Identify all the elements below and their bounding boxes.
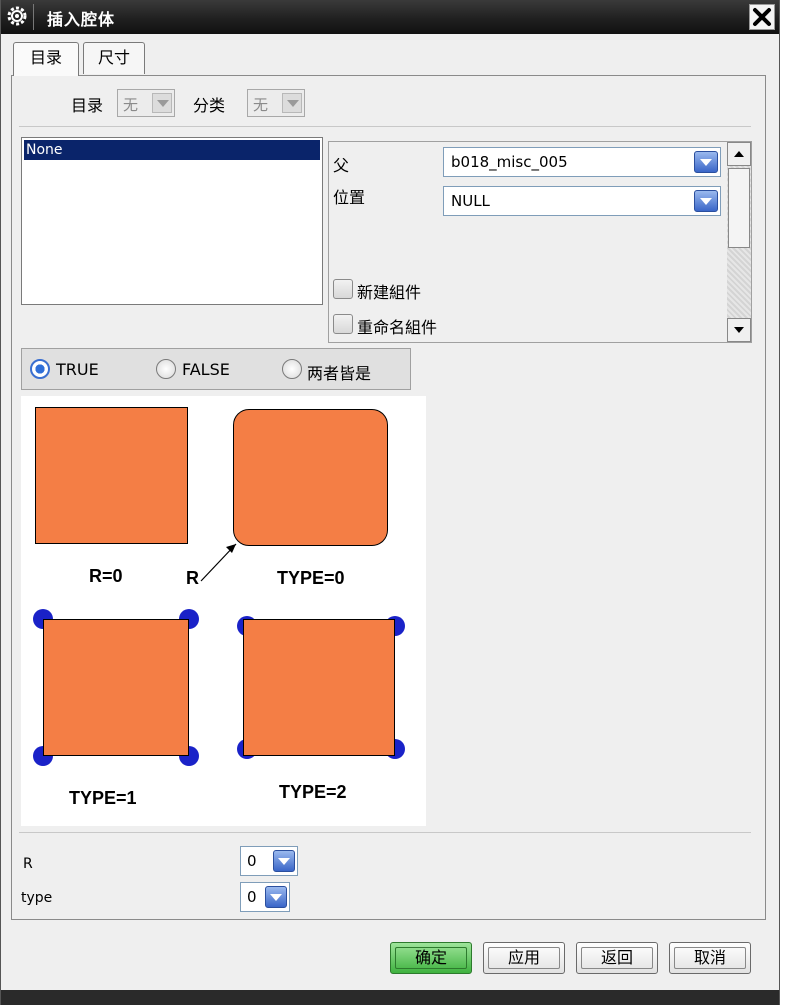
caption-r0: R=0 (89, 566, 123, 586)
new-component-label: 新建組件 (357, 283, 422, 302)
radio-both-label[interactable]: 两者皆是 (307, 360, 371, 384)
tab-dimensions[interactable]: 尺寸 (83, 42, 145, 74)
catalog-select-value: 无 (123, 96, 139, 114)
square-type2 (243, 619, 395, 756)
rename-component-checkbox[interactable] (333, 314, 353, 334)
window-title: 插入腔体 (47, 10, 116, 29)
class-select-value: 无 (253, 96, 269, 114)
chevron-down-icon (282, 93, 302, 113)
insert-cavity-dialog: 插入腔体 目录 尺寸 目录 无 分类 无 None 父 位置 b018_misc… (0, 0, 780, 1005)
parent-label: 父 (333, 156, 350, 175)
position-label: 位置 (333, 188, 366, 207)
part-list[interactable]: None (21, 137, 323, 305)
square-type1 (43, 619, 189, 756)
caption-r: R (186, 568, 199, 588)
back-button-label: 返回 (600, 948, 633, 967)
window-bottom-edge (1, 990, 779, 1005)
chevron-down-icon (152, 93, 172, 113)
catalog-label: 目录 (71, 96, 104, 115)
position-select-value: NULL (451, 192, 490, 210)
list-item[interactable]: None (24, 140, 320, 160)
apply-button[interactable]: 应用 (483, 942, 565, 974)
catalog-select: 无 (117, 89, 175, 117)
cancel-button-label: 取消 (693, 948, 726, 967)
cancel-button[interactable]: 取消 (669, 942, 751, 974)
radio-false[interactable] (156, 359, 176, 379)
chevron-down-icon[interactable] (273, 850, 295, 872)
tab-catalog[interactable]: 目录 (13, 42, 79, 76)
caption-type2: TYPE=2 (279, 782, 347, 802)
title-separator (33, 4, 34, 30)
type-label: type (21, 890, 53, 906)
caption-type1: TYPE=1 (69, 788, 137, 808)
position-select[interactable]: NULL (443, 186, 721, 216)
new-component-checkbox[interactable] (333, 279, 353, 299)
class-label: 分类 (193, 96, 226, 115)
scroll-up-button[interactable] (727, 142, 751, 166)
chevron-down-icon[interactable] (265, 886, 287, 908)
close-icon (753, 8, 771, 26)
parent-select[interactable]: b018_misc_005 (443, 147, 721, 177)
back-button[interactable]: 返回 (576, 942, 658, 974)
type-select-value: 0 (247, 888, 257, 906)
apply-button-label: 应用 (507, 948, 540, 967)
r-select[interactable]: 0 (240, 846, 298, 876)
rename-component-label: 重命名組件 (357, 318, 438, 337)
ok-button[interactable]: 确定 (390, 942, 472, 974)
caption-type0: TYPE=0 (277, 568, 345, 588)
divider (19, 126, 751, 127)
r-select-value: 0 (247, 852, 257, 870)
radio-true-label[interactable]: TRUE (56, 360, 99, 379)
chevron-down-icon[interactable] (694, 151, 718, 173)
scroll-thumb[interactable] (728, 168, 750, 248)
gear-icon[interactable] (5, 4, 29, 28)
type-select[interactable]: 0 (240, 882, 290, 912)
scroll-down-button[interactable] (727, 318, 751, 342)
radio-false-label[interactable]: FALSE (182, 360, 230, 379)
title-bar[interactable]: 插入腔体 (1, 0, 779, 34)
radio-group: TRUE FALSE 两者皆是 (21, 348, 411, 390)
radio-both[interactable] (282, 359, 302, 379)
chevron-down-icon[interactable] (694, 190, 718, 212)
properties-scrollbar[interactable] (727, 142, 751, 342)
class-select: 无 (247, 89, 305, 117)
cavity-type-illustration: R=0 R TYPE=0 TYPE=1 TYPE=2 (21, 396, 426, 826)
close-button[interactable] (749, 4, 775, 30)
ok-button-label: 确定 (414, 948, 447, 967)
r-label: R (23, 856, 33, 872)
radio-true[interactable] (30, 359, 50, 379)
divider (19, 832, 751, 833)
parent-select-value: b018_misc_005 (451, 153, 568, 171)
properties-panel: 父 位置 b018_misc_005 NULL 新建組件 重命名組件 (328, 141, 752, 343)
radius-arrow (200, 543, 237, 582)
